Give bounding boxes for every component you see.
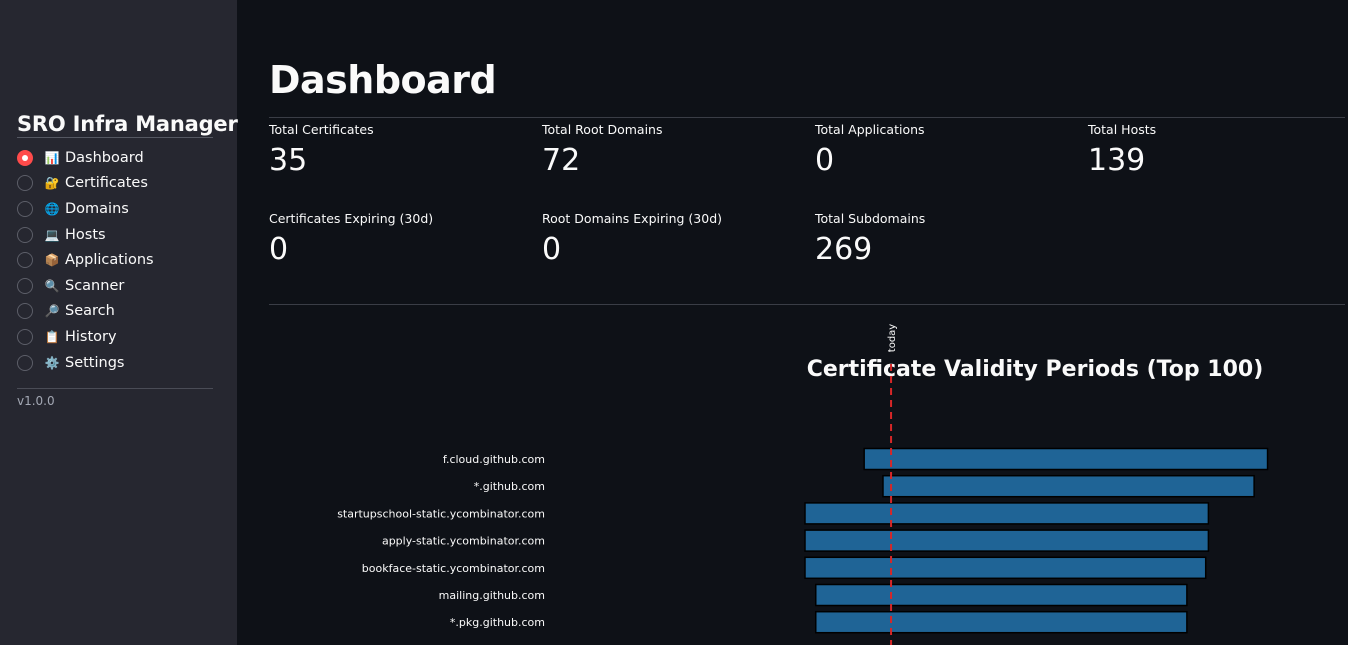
radio-button[interactable]	[17, 149, 33, 166]
y-tick-label: *.pkg.github.com	[450, 616, 545, 629]
sidebar-item-label: Applications	[65, 252, 154, 269]
sidebar-nav: 📊 Dashboard 🔐 Certificates 🌐 Domains 💻 Hosts 📦 Ap…	[17, 145, 217, 375]
radio-button[interactable]	[17, 252, 33, 269]
bar-chart-icon: 📊	[44, 150, 60, 165]
y-tick-label: f.cloud.github.com	[443, 453, 545, 466]
sidebar-item-hosts[interactable]: 💻 Hosts	[17, 222, 217, 248]
metric-value: 269	[815, 232, 873, 267]
sidebar-divider	[17, 388, 213, 389]
metric-value: 139	[1088, 143, 1146, 178]
metric-label: Total Hosts	[1088, 122, 1157, 137]
radio-button[interactable]	[17, 277, 33, 294]
y-tick-label: startupschool-static.ycombinator.com	[337, 507, 545, 520]
metric-total-root-domains: Total Root Domains 72	[542, 122, 662, 178]
y-tick-label: mailing.github.com	[439, 589, 545, 602]
sidebar-item-label: Dashboard	[65, 149, 144, 166]
y-tick-label: *.github.com	[474, 480, 545, 493]
title-divider	[269, 117, 1345, 118]
y-tick-label: apply-static.ycombinator.com	[382, 535, 545, 548]
metric-value: 72	[542, 143, 581, 178]
radio-button[interactable]	[17, 200, 33, 217]
chart-bars: f.cloud.github.com *.github.com startupsch…	[337, 447, 1269, 634]
metrics-divider	[269, 304, 1345, 305]
sidebar: SRO Infra Manager 📊 Dashboard 🔐 Certificate…	[0, 0, 238, 645]
metric-label: Total Root Domains	[542, 122, 663, 137]
sidebar-item-label: Search	[65, 303, 115, 320]
gear-icon: ⚙️	[44, 355, 60, 370]
search-icon: 🔎	[44, 304, 60, 319]
sidebar-item-history[interactable]: 📋 History	[17, 324, 217, 350]
chart-bar	[804, 502, 1210, 525]
metric-total-subdomains: Total Subdomains 269	[815, 211, 925, 267]
metric-root-domains-expiring: Root Domains Expiring (30d) 0	[542, 211, 722, 267]
clipboard-icon: 📋	[44, 329, 60, 344]
today-label: today	[887, 324, 898, 353]
radio-button[interactable]	[17, 328, 33, 345]
chart-bar	[815, 610, 1188, 634]
radio-button[interactable]	[17, 175, 33, 192]
certificate-validity-chart: Certificate Validity Periods (Top 100) f…	[269, 320, 1348, 645]
sidebar-item-domains[interactable]: 🌐 Domains	[17, 196, 217, 222]
sidebar-item-label: Hosts	[65, 226, 106, 243]
chart-bar	[804, 529, 1210, 552]
radio-button[interactable]	[17, 354, 33, 371]
globe-icon: 🌐	[44, 201, 60, 216]
version-label: v1.0.0	[17, 394, 55, 408]
sidebar-item-label: Domains	[65, 200, 129, 217]
chart-bar	[815, 583, 1188, 607]
lock-key-icon: 🔐	[44, 176, 60, 191]
sidebar-item-settings[interactable]: ⚙️ Settings	[17, 350, 217, 376]
package-icon: 📦	[44, 253, 60, 268]
sidebar-item-certificates[interactable]: 🔐 Certificates	[17, 171, 217, 197]
magnifier-icon: 🔍	[44, 278, 60, 293]
metric-label: Total Applications	[815, 122, 925, 137]
metric-label: Certificates Expiring (30d)	[269, 211, 434, 226]
sidebar-item-label: Certificates	[65, 175, 148, 192]
metric-value: 0	[269, 232, 289, 267]
metric-certificates-expiring: Certificates Expiring (30d) 0	[269, 211, 433, 267]
metric-value: 0	[542, 232, 562, 267]
chart-bar	[882, 474, 1255, 498]
sidebar-item-scanner[interactable]: 🔍 Scanner	[17, 273, 217, 299]
sidebar-item-label: Scanner	[65, 277, 125, 294]
chart-svg: Certificate Validity Periods (Top 100) f…	[337, 324, 1269, 645]
chart-title: Certificate Validity Periods (Top 100)	[807, 357, 1264, 382]
sidebar-item-applications[interactable]: 📦 Applications	[17, 247, 217, 273]
laptop-icon: 💻	[44, 227, 60, 242]
metric-total-certificates: Total Certificates 35	[269, 122, 374, 178]
metric-total-applications: Total Applications 0	[815, 122, 925, 178]
chart-bar	[863, 447, 1269, 471]
metric-total-hosts: Total Hosts 139	[1088, 122, 1156, 178]
sidebar-item-label: History	[65, 328, 117, 345]
metric-value: 0	[815, 143, 835, 178]
metric-label: Total Certificates	[269, 122, 374, 137]
page-title: Dashboard	[269, 58, 497, 102]
metric-value: 35	[269, 143, 308, 178]
metric-label: Root Domains Expiring (30d)	[542, 211, 723, 226]
sidebar-item-dashboard[interactable]: 📊 Dashboard	[17, 145, 217, 171]
app-title: SRO Infra Manager	[17, 112, 238, 138]
radio-button[interactable]	[17, 303, 33, 320]
metric-label: Total Subdomains	[815, 211, 926, 226]
y-tick-label: bookface-static.ycombinator.com	[362, 562, 545, 575]
radio-button[interactable]	[17, 226, 33, 243]
sidebar-item-label: Settings	[65, 354, 125, 371]
chart-bar	[804, 556, 1207, 580]
sidebar-item-search[interactable]: 🔎 Search	[17, 299, 217, 325]
